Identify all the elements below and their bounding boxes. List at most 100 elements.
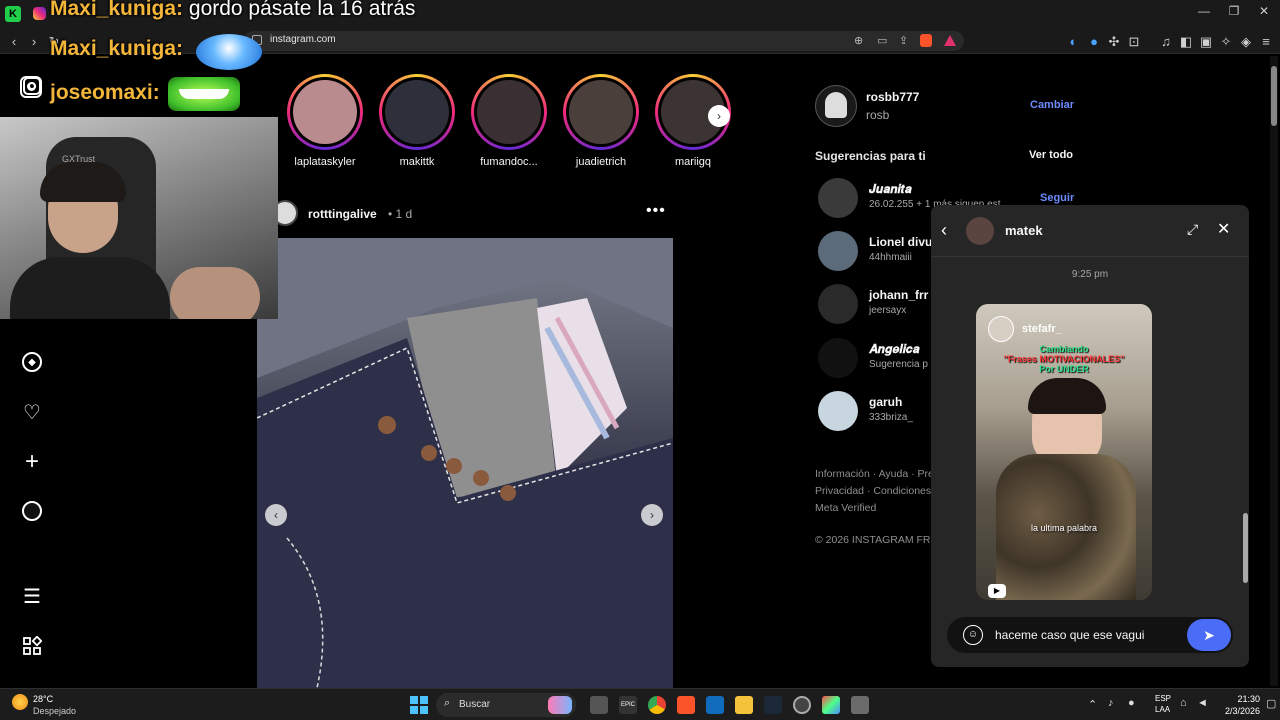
- file-explorer-icon[interactable]: [735, 696, 753, 714]
- story-username[interactable]: laplataskyler: [283, 156, 367, 168]
- sidebar-toggle-icon[interactable]: ◧: [1176, 31, 1196, 51]
- more-horizontal-icon[interactable]: •••: [646, 202, 666, 220]
- maximize-icon[interactable]: ❐: [1222, 4, 1246, 18]
- story-item[interactable]: fumandoc...: [467, 74, 551, 168]
- tray-headset-icon[interactable]: ♪: [1108, 697, 1114, 709]
- dm-message-input[interactable]: ☺ haceme caso que ese vagui ➤: [947, 617, 1233, 653]
- wallet-icon[interactable]: ▣: [1196, 31, 1216, 51]
- story-username[interactable]: juadietrich: [559, 156, 643, 168]
- weather-sun-icon[interactable]: [12, 694, 28, 710]
- weather-temp[interactable]: 28°C: [33, 694, 53, 704]
- story-ring[interactable]: [287, 74, 363, 150]
- tray-mic-icon[interactable]: ●: [1128, 697, 1135, 709]
- apps-grid-icon[interactable]: [20, 634, 44, 658]
- story-avatar[interactable]: [293, 80, 357, 144]
- reel-play-icon[interactable]: ▶: [988, 584, 1006, 598]
- notifications-icon[interactable]: ▢: [1266, 697, 1276, 710]
- menu-icon[interactable]: ≡: [1256, 31, 1276, 51]
- suggestion-name[interactable]: Lionel divu: [869, 235, 932, 249]
- post-next-icon[interactable]: ›: [641, 504, 663, 526]
- suggestion-avatar[interactable]: [818, 231, 858, 271]
- clock-date[interactable]: 2/3/2026: [1213, 706, 1260, 716]
- brave-shield-icon[interactable]: [920, 34, 932, 47]
- audio-playing-icon[interactable]: ◖: [1062, 31, 1082, 51]
- app-icon-colors[interactable]: [822, 696, 840, 714]
- keyboard-lang-1[interactable]: ESP: [1155, 694, 1171, 703]
- see-all-link[interactable]: Ver todo: [1029, 149, 1073, 161]
- suggestion-avatar[interactable]: [818, 178, 858, 218]
- explore-icon[interactable]: ◆: [20, 350, 44, 374]
- account-username[interactable]: rosbb777: [866, 90, 919, 104]
- app-icon-misc[interactable]: [851, 696, 869, 714]
- vpn-icon[interactable]: ◈: [1236, 31, 1256, 51]
- store-icon[interactable]: [706, 696, 724, 714]
- clock-time[interactable]: 21:30: [1228, 694, 1260, 704]
- dm-input-text[interactable]: haceme caso que ese vagui: [995, 628, 1144, 642]
- suggestion-name[interactable]: 𝑨𝒏𝒈𝒆𝒍𝒊𝒄𝒂: [869, 342, 919, 357]
- dm-close-icon[interactable]: ✕: [1217, 219, 1230, 239]
- steam-icon[interactable]: [764, 696, 782, 714]
- more-menu-icon[interactable]: ☰: [20, 584, 44, 608]
- brave-icon[interactable]: [677, 696, 695, 714]
- footer-links-3[interactable]: Meta Verified: [815, 502, 876, 514]
- suggestion-name[interactable]: garuh: [869, 395, 902, 409]
- dm-expand-icon[interactable]: ⤢: [1187, 221, 1198, 238]
- stories-next-icon[interactable]: ›: [708, 105, 730, 127]
- share-icon[interactable]: ⇪: [899, 34, 908, 47]
- story-ring[interactable]: [471, 74, 547, 150]
- dm-back-icon[interactable]: ‹: [941, 220, 947, 241]
- story-item[interactable]: juadietrich: [559, 74, 643, 168]
- story-ring[interactable]: [379, 74, 455, 150]
- follow-button[interactable]: Seguir: [1040, 192, 1074, 204]
- instagram-tab-icon[interactable]: [33, 7, 46, 20]
- network-icon[interactable]: ⌂: [1180, 697, 1187, 709]
- suggestion-avatar[interactable]: [818, 338, 858, 378]
- suggestion-name[interactable]: johann_frr: [869, 288, 928, 302]
- notifications-heart-icon[interactable]: ♡: [20, 400, 44, 424]
- taskbar-search[interactable]: ⌕ Buscar: [436, 693, 576, 717]
- github-icon[interactable]: [793, 696, 811, 714]
- story-item[interactable]: laplataskyler: [283, 74, 367, 168]
- extension-icon[interactable]: ●: [1084, 31, 1104, 51]
- emoji-icon[interactable]: ☺: [963, 625, 983, 645]
- suggestion-avatar[interactable]: [818, 391, 858, 431]
- send-icon[interactable]: ➤: [1187, 619, 1231, 651]
- switch-account-link[interactable]: Cambiar: [1030, 99, 1074, 111]
- url-text[interactable]: instagram.com: [270, 34, 336, 45]
- leo-ai-icon[interactable]: ✧: [1216, 31, 1236, 51]
- dm-contact-name[interactable]: matek: [1005, 223, 1043, 238]
- kick-app-icon[interactable]: K: [5, 6, 21, 22]
- story-avatar[interactable]: [569, 80, 633, 144]
- address-bar[interactable]: instagram.com ⊕ ▭ ⇪: [244, 31, 964, 51]
- dm-scrollbar[interactable]: [1243, 259, 1248, 599]
- story-username[interactable]: mariigq: [651, 156, 735, 168]
- taskbar-search-label[interactable]: Buscar: [459, 699, 490, 710]
- minimize-icon[interactable]: —: [1192, 4, 1216, 18]
- screenshot-icon[interactable]: ⊡: [1124, 31, 1144, 51]
- story-username[interactable]: fumandoc...: [467, 156, 551, 168]
- profile-avatar-icon[interactable]: [20, 499, 44, 523]
- back-icon[interactable]: ‹: [4, 31, 24, 51]
- tray-chevron-icon[interactable]: ⌃: [1088, 698, 1097, 711]
- create-plus-icon[interactable]: +: [20, 448, 44, 475]
- close-window-icon[interactable]: ✕: [1252, 4, 1276, 18]
- chrome-icon[interactable]: [648, 696, 666, 714]
- suggestion-avatar[interactable]: [818, 284, 858, 324]
- puzzle-extensions-icon[interactable]: ✣: [1104, 31, 1124, 51]
- brave-rewards-icon[interactable]: [944, 35, 956, 46]
- story-avatar[interactable]: [385, 80, 449, 144]
- shared-reel[interactable]: stefafr_ Cambiando "Frases MOTIVACIONALE…: [976, 304, 1152, 600]
- post-username[interactable]: rotttingalive: [308, 207, 377, 221]
- keyboard-lang-2[interactable]: LAA: [1155, 705, 1170, 714]
- story-ring[interactable]: [563, 74, 639, 150]
- zoom-icon[interactable]: ⊕: [854, 34, 863, 47]
- story-item[interactable]: makittk: [375, 74, 459, 168]
- page-scrollbar[interactable]: [1270, 56, 1278, 686]
- media-icon[interactable]: ♫: [1156, 31, 1176, 51]
- dm-contact-avatar[interactable]: [966, 217, 994, 245]
- account-avatar[interactable]: [815, 85, 857, 127]
- weather-desc[interactable]: Despejado: [33, 706, 76, 716]
- footer-links-2[interactable]: Privacidad · Condiciones: [815, 485, 931, 497]
- epic-games-icon[interactable]: EPIC: [619, 696, 637, 714]
- volume-icon[interactable]: ◄: [1197, 697, 1208, 709]
